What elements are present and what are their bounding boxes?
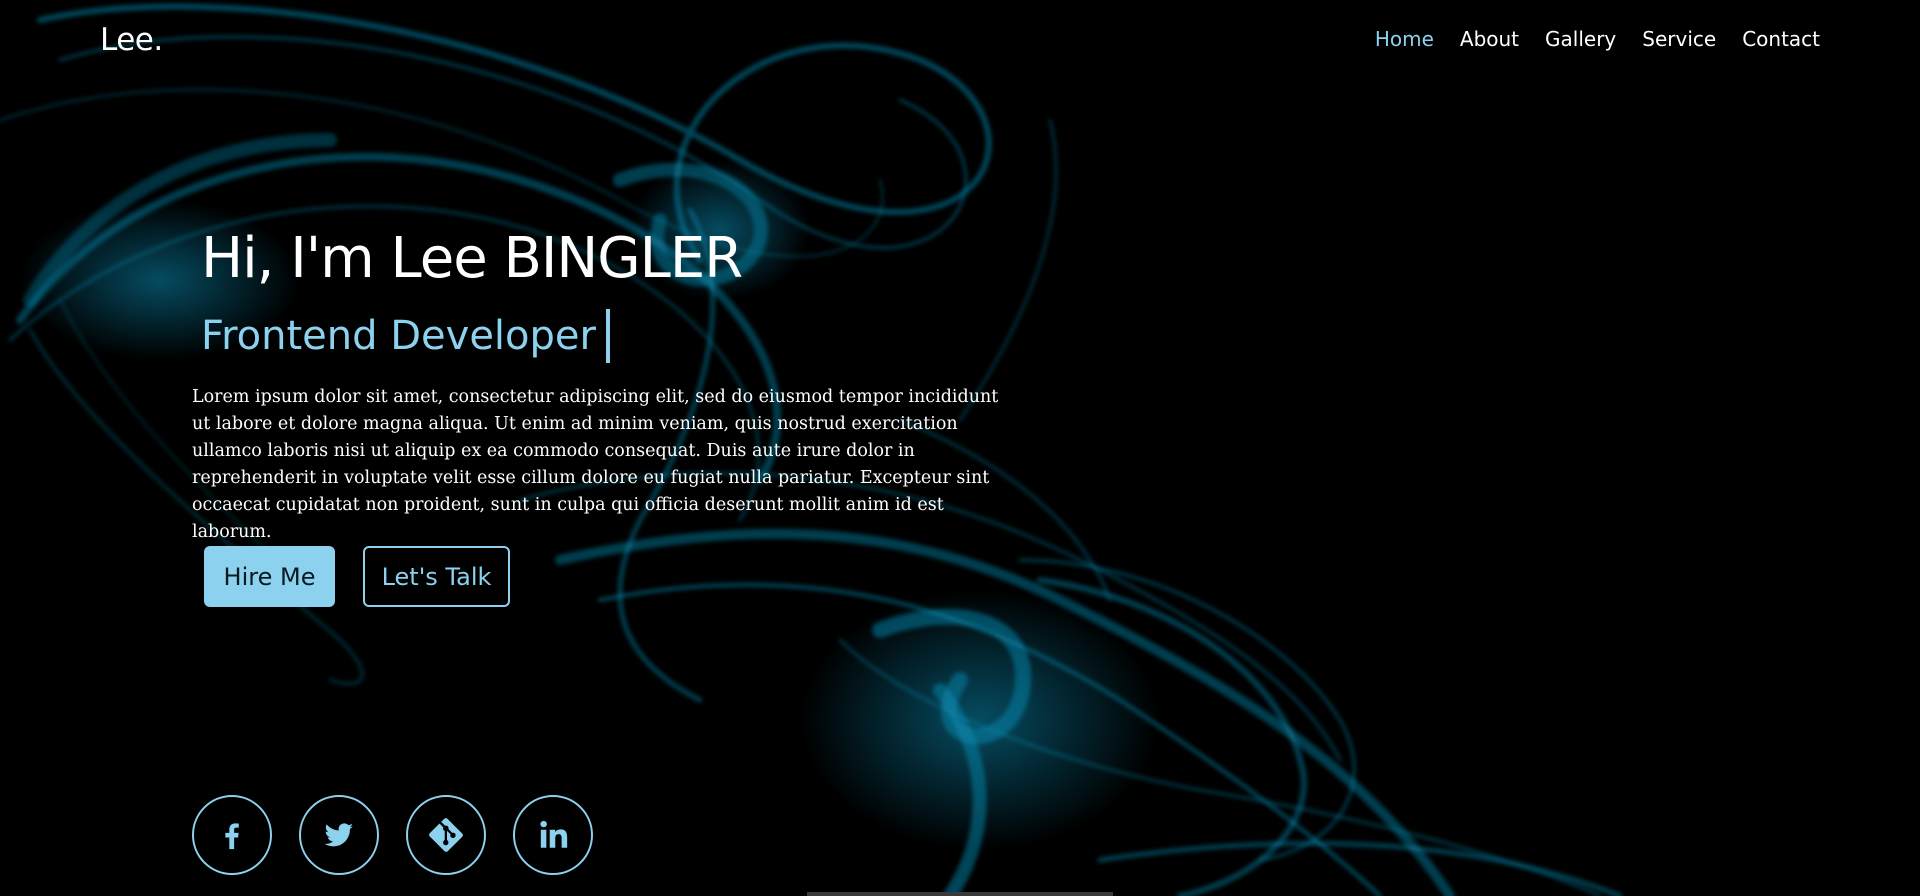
linkedin-link[interactable] [513,795,593,875]
site-header: Lee. Home About Gallery Service Contact [0,0,1920,86]
nav-home[interactable]: Home [1375,27,1434,51]
hero-bio: Lorem ipsum dolor sit amet, consectetur … [192,387,999,542]
facebook-icon [225,823,239,850]
site-logo[interactable]: Lee. [100,22,163,58]
lets-talk-button[interactable]: Let's Talk [363,546,510,607]
git-link[interactable] [406,795,486,875]
typing-caret [605,309,610,363]
nav-gallery[interactable]: Gallery [1545,27,1616,51]
linkedin-icon [540,820,568,848]
twitter-link[interactable] [299,795,379,875]
facebook-link[interactable] [192,795,272,875]
hire-me-button[interactable]: Hire Me [204,546,335,607]
nav-service[interactable]: Service [1642,27,1716,51]
page: Lee. Home About Gallery Service Contact … [0,0,1920,896]
hero-role-text: Frontend Developer [201,313,596,359]
git-icon [429,818,463,852]
twitter-icon [324,823,354,847]
scroll-indicator [807,892,1113,896]
social-links [192,795,593,875]
nav-about[interactable]: About [1460,27,1519,51]
main-nav: Home About Gallery Service Contact [1375,27,1820,51]
nav-contact[interactable]: Contact [1742,27,1820,51]
hero-greeting: Hi, I'm Lee BINGLER [201,226,743,291]
hero-role: Frontend Developer [201,309,610,363]
